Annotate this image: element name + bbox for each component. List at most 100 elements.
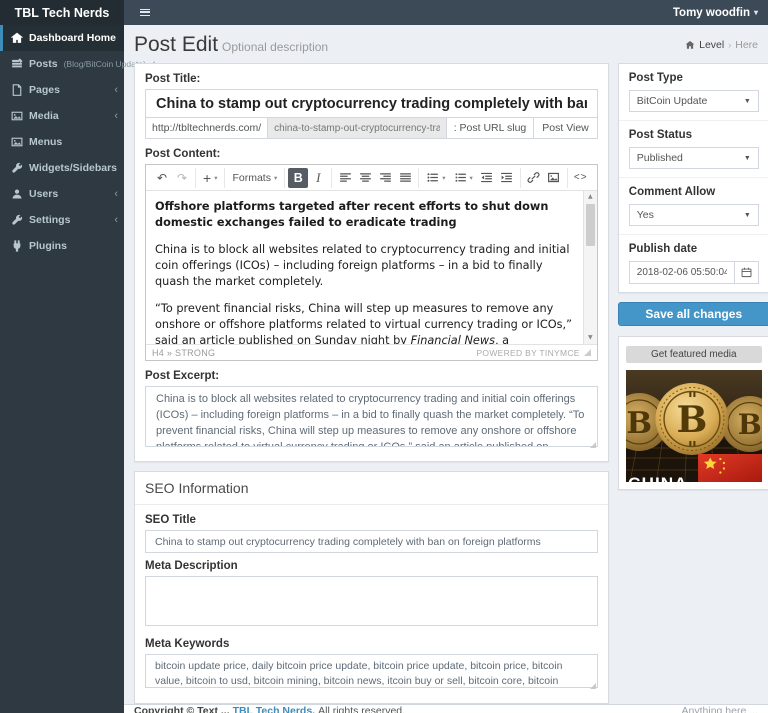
url-prefix: http://tbltechnerds.com/ — [146, 118, 267, 138]
scroll-down-icon[interactable]: ▼ — [588, 332, 593, 344]
content-paragraph: China is to block all websites related t… — [155, 242, 575, 290]
post-type-select[interactable]: BitCoin Update▼ — [629, 90, 759, 112]
caret-down-icon: ▾ — [470, 174, 473, 182]
bullet-list-icon — [426, 171, 439, 184]
numbered-list-button[interactable]: ▾ — [450, 168, 477, 188]
caret-down-icon: ▾ — [442, 174, 445, 182]
users-icon — [11, 188, 23, 200]
code-icon: <> — [574, 172, 588, 183]
scroll-up-icon[interactable]: ▲ — [588, 191, 593, 203]
sidebar-item-menus[interactable]: Menus — [0, 129, 124, 155]
editor-statusbar: H4 » STRONG POWERED BY TINYMCE — [146, 344, 597, 360]
caret-down-icon: ▼ — [744, 155, 751, 162]
widgets-icon — [11, 162, 23, 174]
post-title-label: Post Title: — [145, 73, 598, 85]
content-paragraph: “To prevent financial risks, China will … — [155, 301, 575, 344]
page-subtitle: Optional description — [222, 40, 328, 54]
get-featured-media-button[interactable]: Get featured media — [626, 346, 762, 363]
sidebar-item-plugins[interactable]: Plugins — [0, 233, 124, 259]
seo-title-input[interactable] — [145, 530, 598, 553]
image-icon — [547, 171, 560, 184]
post-status-select[interactable]: Published▼ — [629, 147, 759, 169]
link-button[interactable] — [524, 168, 544, 188]
top-navbar: TBL Tech Nerds Tomy woodfin ▾ — [0, 0, 768, 25]
media-icon — [11, 110, 23, 122]
element-path[interactable]: H4 » STRONG — [152, 348, 215, 358]
brand-logo[interactable]: TBL Tech Nerds — [0, 0, 124, 25]
hamburger-icon — [140, 9, 150, 16]
breadcrumb-separator: › — [728, 40, 731, 50]
resize-grip[interactable] — [584, 349, 591, 356]
redo-button[interactable]: ↷ — [172, 168, 192, 188]
comment-allow-label: Comment Allow — [629, 186, 759, 198]
align-right-icon — [379, 171, 392, 184]
user-menu[interactable]: Tomy woodfin ▾ — [673, 7, 758, 19]
indent-button[interactable] — [497, 168, 517, 188]
caret-down-icon: ▾ — [274, 174, 277, 182]
seo-card: SEO Information SEO Title Meta Descripti… — [134, 471, 609, 704]
meta-description-textarea[interactable] — [145, 576, 598, 626]
image-button[interactable] — [544, 168, 564, 188]
align-center-icon — [359, 171, 372, 184]
sidebar-item-settings[interactable]: Settings ‹ — [0, 207, 124, 233]
footer-brand-link[interactable]: TBL Tech Nerds. — [233, 705, 315, 713]
outdent-button[interactable] — [477, 168, 497, 188]
sidebar-item-media[interactable]: Media ‹ — [0, 103, 124, 129]
sidebar-item-widgets[interactable]: Widgets/Sidebars — [0, 155, 124, 181]
editor-scrollbar[interactable]: ▲ ▼ — [583, 191, 597, 344]
menus-icon — [11, 136, 23, 148]
align-left-button[interactable] — [335, 168, 355, 188]
home-icon — [11, 32, 23, 44]
calendar-button[interactable] — [734, 262, 758, 283]
footer-right-text: Anything here ... — [682, 705, 758, 713]
rich-text-editor: ↶ ↷ +▾ Formats▾ B I — [145, 164, 598, 361]
bullet-list-button[interactable]: ▾ — [422, 168, 449, 188]
scrollbar-thumb[interactable] — [586, 204, 595, 246]
align-center-button[interactable] — [355, 168, 375, 188]
editor-content[interactable]: Offshore platforms targeted after recent… — [146, 191, 597, 344]
publish-date-input[interactable] — [630, 262, 734, 283]
formats-dropdown[interactable]: Formats▾ — [228, 168, 281, 188]
seo-section-title: SEO Information — [135, 472, 608, 505]
sidebar-nav: Dashboard Home Posts (Blog/BitCoin Updat… — [0, 25, 124, 713]
align-justify-icon — [399, 171, 412, 184]
post-view-button[interactable]: Post View — [533, 118, 597, 138]
post-title-input[interactable] — [145, 89, 598, 118]
save-all-changes-button[interactable]: Save all changes — [618, 302, 768, 326]
align-justify-button[interactable] — [395, 168, 415, 188]
italic-button[interactable]: I — [308, 168, 328, 188]
undo-button[interactable]: ↶ — [152, 168, 172, 188]
numbered-list-icon — [454, 171, 467, 184]
sidebar-item-dashboard[interactable]: Dashboard Home — [0, 25, 124, 51]
breadcrumb-level[interactable]: Level — [699, 39, 724, 51]
code-button[interactable]: <> — [571, 168, 591, 188]
chevron-left-icon: ‹ — [114, 111, 118, 122]
align-right-button[interactable] — [375, 168, 395, 188]
chevron-left-icon: ‹ — [114, 189, 118, 200]
calendar-icon — [741, 267, 752, 278]
sidebar-item-pages[interactable]: Pages ‹ — [0, 77, 124, 103]
svg-text:CHINA: CHINA — [628, 474, 688, 482]
seo-title-label: SEO Title — [145, 514, 598, 526]
post-excerpt-textarea[interactable]: China is to block all websites related t… — [145, 386, 598, 447]
page-title-text: Post Edit — [134, 33, 218, 56]
redo-icon: ↷ — [177, 171, 187, 185]
featured-image: B B B — [626, 370, 762, 482]
caret-down-icon: ▼ — [744, 98, 751, 105]
sidebar-item-users[interactable]: Users ‹ — [0, 181, 124, 207]
sidebar-toggle-button[interactable] — [134, 0, 156, 25]
breadcrumb: Level › Here — [685, 39, 758, 51]
bold-button[interactable]: B — [288, 168, 308, 188]
sidebar-item-posts[interactable]: Posts (Blog/BitCoin Update) ‹ — [0, 51, 124, 77]
featured-media-card: Get featured media — [618, 336, 768, 490]
insert-button[interactable]: +▾ — [199, 168, 221, 188]
settings-icon — [11, 214, 23, 226]
post-slug-input[interactable] — [267, 118, 447, 138]
meta-keywords-textarea[interactable]: bitcoin update price, daily bitcoin pric… — [145, 654, 598, 688]
undo-icon: ↶ — [157, 171, 167, 185]
post-type-label: Post Type — [629, 72, 759, 84]
copyright-text: Copyright © Text ...TBL Tech Nerds.All r… — [134, 705, 405, 713]
content-heading: Offshore platforms targeted after recent… — [155, 199, 575, 231]
caret-down-icon: ▾ — [214, 174, 217, 182]
comment-allow-select[interactable]: Yes▼ — [629, 204, 759, 226]
